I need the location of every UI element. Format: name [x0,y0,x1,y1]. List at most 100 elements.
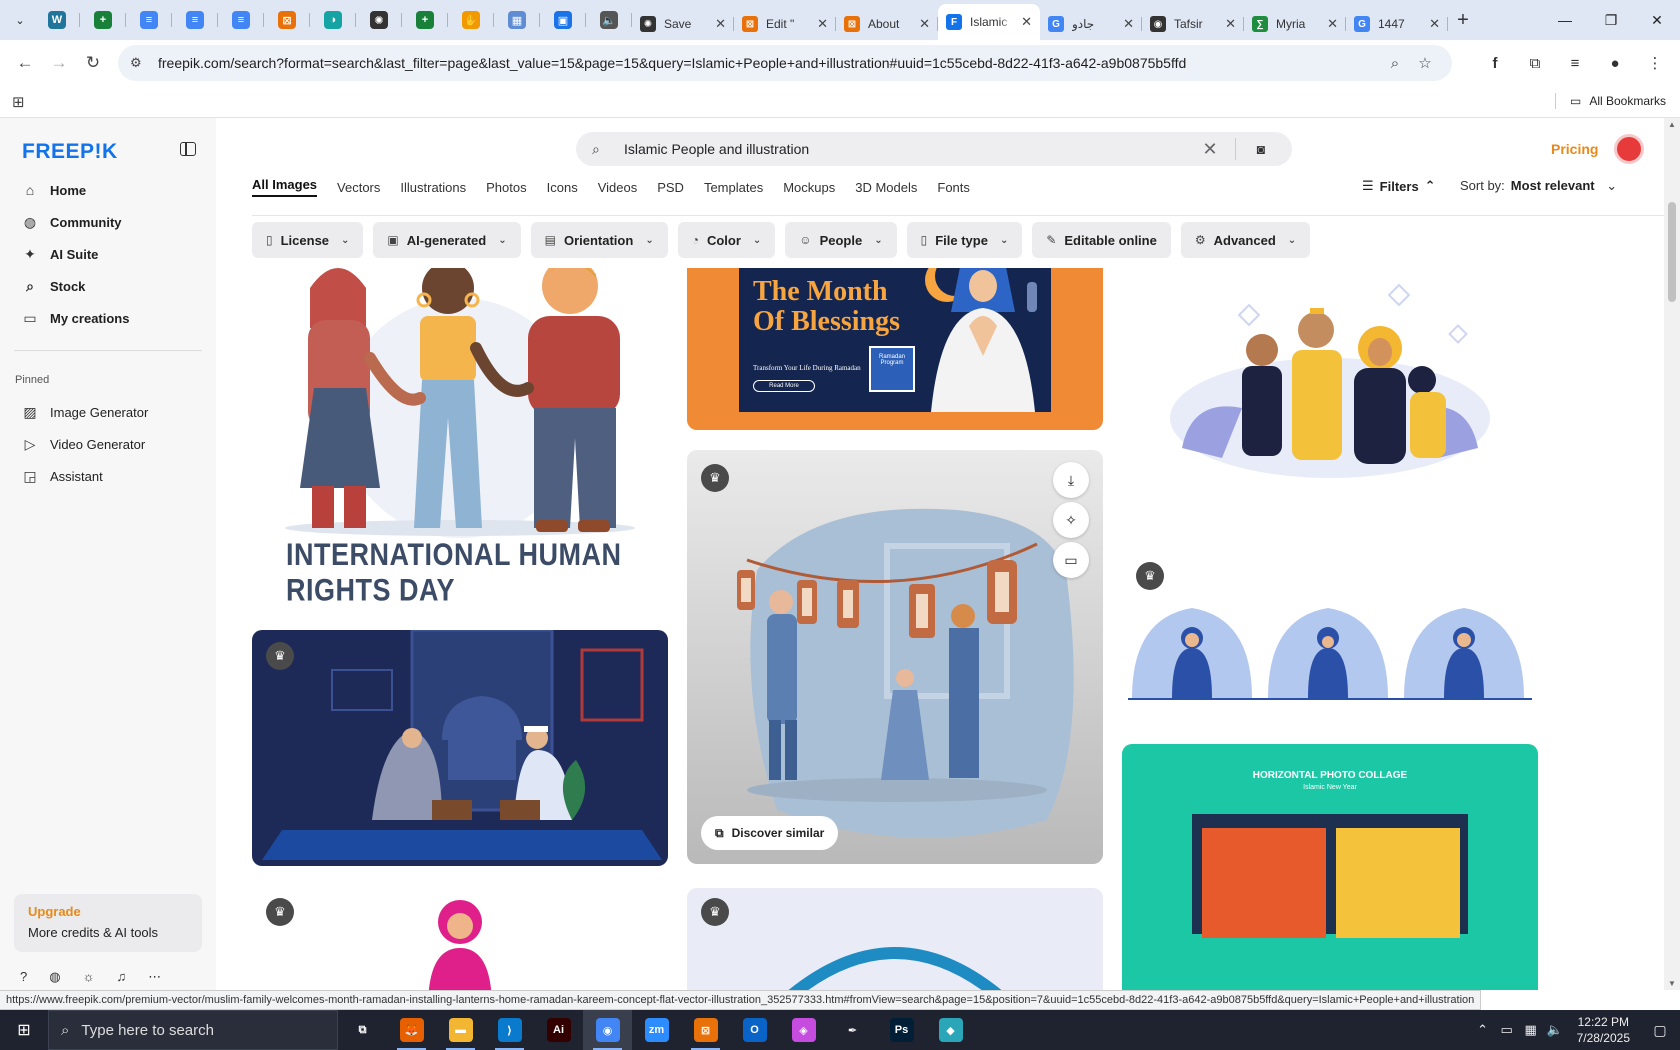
sidebar-item-stock[interactable]: ⌕ Stock [14,270,202,302]
camera-search-icon[interactable]: ◙ [1246,141,1276,157]
pinned-tab[interactable]: ⊠ [264,4,310,36]
browser-tab[interactable]: ✺ Save ✕ [632,8,734,40]
pinned-tab[interactable]: ▦ [494,4,540,36]
photoshop-icon[interactable]: Ps [877,1010,926,1050]
clear-search-icon[interactable]: ✕ [1195,139,1225,160]
more-icon[interactable]: ⋯ [148,969,161,985]
minimize-button[interactable]: — [1542,0,1588,40]
help-icon[interactable]: ? [20,969,27,985]
close-tab-icon[interactable]: ✕ [1327,16,1338,32]
sidebar-item-community[interactable]: ◍ Community [14,206,202,238]
network-icon[interactable]: ▦ [1519,1022,1543,1038]
result-card-bottom-middle[interactable]: ♛ [687,888,1103,990]
result-card-quran-reading[interactable]: ♛ [252,630,668,866]
browser-tab[interactable]: ⊠ Edit " ✕ [734,8,836,40]
filter-chip-license[interactable]: ▯ License ⌄ [252,222,364,258]
apps-grid-icon[interactable]: ⊞ [12,93,25,111]
pinned-tab[interactable]: ≡ [126,4,172,36]
bookmark-star-icon[interactable]: ☆ [1410,54,1440,72]
pinned-tab[interactable]: ▣ [540,4,586,36]
notifications-bell-icon[interactable]: ♫ [117,969,127,985]
firefox-icon[interactable]: 🦊 [387,1010,436,1050]
close-tab-icon[interactable]: ✕ [1123,16,1134,32]
tab-3d-models[interactable]: 3D Models [855,180,917,195]
tab-search-chevron-icon[interactable]: ⌄ [6,6,34,34]
sidebar-item-image-generator[interactable]: ▨ Image Generator [14,396,202,428]
battery-icon[interactable]: ▭ [1495,1022,1519,1038]
filter-chip-orientation[interactable]: ▤ Orientation ⌄ [530,222,668,258]
browser-tab[interactable]: ◉ Tafsir ✕ [1142,8,1244,40]
filter-chip-color[interactable]: ◔ Color ⌄ [677,222,776,258]
tab-videos[interactable]: Videos [598,180,638,195]
sidebar-item-my-creations[interactable]: ▭ My creations [14,302,202,334]
task-view-icon[interactable]: ⧉ [338,1010,387,1050]
browser-tab[interactable]: G جادو ✕ [1040,8,1142,40]
close-tab-icon[interactable]: ✕ [1225,16,1236,32]
pinned-tab[interactable]: + [402,4,448,36]
filters-toggle[interactable]: ☰ Filters ⌃ [1362,178,1436,194]
result-card-praying-figures[interactable]: ♛ [1122,558,1538,718]
close-tab-icon[interactable]: ✕ [1021,14,1032,30]
scrollbar-thumb[interactable] [1668,202,1676,302]
close-tab-icon[interactable]: ✕ [817,16,828,32]
clock[interactable]: 12:22 PM 7/28/2025 [1577,1014,1630,1046]
kinsta-icon[interactable]: ⊠ [681,1010,730,1050]
result-card-bottom-left[interactable]: ♛ [252,888,668,990]
result-card-photo-collage[interactable]: HORIZONTAL PHOTO COLLAGE Islamic New Yea… [1122,744,1538,990]
browser-tab[interactable]: ⊠ About ✕ [836,8,938,40]
tab-illustrations[interactable]: Illustrations [400,180,466,195]
volume-icon[interactable]: 🔈 [1543,1022,1567,1038]
discord-icon[interactable]: ◍ [49,969,60,985]
restore-button[interactable]: ❐ [1588,0,1634,40]
page-scrollbar[interactable]: ▲ ▼ [1664,118,1680,990]
address-bar[interactable]: ⚙ freepik.com/search?format=search&last_… [118,45,1452,81]
back-arrow-icon[interactable]: ← [8,46,42,80]
result-card-muslim-family[interactable] [1122,268,1538,508]
browser-tab[interactable]: G 1447 ✕ [1346,8,1448,40]
pinned-tab[interactable]: W [34,4,80,36]
pen-tool-icon[interactable]: ✒ [828,1010,877,1050]
sidebar-item-assistant[interactable]: ◲ Assistant [14,460,202,492]
url-text[interactable]: freepik.com/search?format=search&last_fi… [158,55,1380,71]
save-to-collection-icon[interactable]: ▭ [1053,542,1089,578]
collapse-sidebar-icon[interactable] [180,142,196,156]
tab-photos[interactable]: Photos [486,180,526,195]
sidebar-item-video-generator[interactable]: ▷ Video Generator [14,428,202,460]
affinity-icon[interactable]: ◈ [779,1010,828,1050]
close-tab-icon[interactable]: ✕ [919,16,930,32]
profile-avatar-icon[interactable]: ● [1598,46,1632,80]
result-card-ramadan-lanterns[interactable]: ♛ ⤓ ✧ ▭ ⧉ Discover similar [687,450,1103,864]
sidebar-item-home[interactable]: ⌂ Home [14,174,202,206]
tab-mockups[interactable]: Mockups [783,180,835,195]
tab-psd[interactable]: PSD [657,180,684,195]
reload-icon[interactable]: ↻ [76,46,110,80]
pinned-tab[interactable]: ◑ [310,4,356,36]
discover-similar-button[interactable]: ⧉ Discover similar [701,816,839,850]
close-tab-icon[interactable]: ✕ [1429,16,1440,32]
zoom-icon[interactable]: ⌕ [1380,55,1410,72]
filter-chip-file-type[interactable]: ▯ File type ⌄ [906,222,1023,258]
filter-chip-people[interactable]: ☺ People ⌄ [785,222,897,258]
scroll-down-icon[interactable]: ▼ [1668,979,1676,988]
site-settings-icon[interactable]: ⚙ [130,55,148,71]
freepik-logo[interactable]: FREEP!K [22,140,118,164]
media-control-icon[interactable]: ≡ [1558,46,1592,80]
pinned-tab[interactable]: ✋ [448,4,494,36]
tray-chevron-icon[interactable]: ⌃ [1471,1022,1495,1038]
forward-arrow-icon[interactable]: → [42,46,76,80]
pinned-tab[interactable]: 🔈 [586,4,632,36]
upgrade-card[interactable]: Upgrade More credits & AI tools [14,894,202,952]
font-extension-icon[interactable]: f [1478,46,1512,80]
all-bookmarks-button[interactable]: ▭ All Bookmarks [1554,93,1666,109]
result-card-human-rights[interactable]: INTERNATIONAL HUMAN RIGHTS DAY [252,268,668,608]
zoom-icon[interactable]: zm [632,1010,681,1050]
illustrator-icon[interactable]: Ai [534,1010,583,1050]
scroll-up-icon[interactable]: ▲ [1668,120,1676,129]
user-avatar[interactable] [1614,134,1644,164]
sort-dropdown[interactable]: Sort by: Most relevant ⌄ [1460,178,1617,194]
filter-chip-ai-generated[interactable]: ▣ AI-generated ⌄ [373,222,521,258]
sidebar-item-ai-suite[interactable]: ✦ AI Suite [14,238,202,270]
browser-tab[interactable]: F Islamic ✕ [938,4,1040,40]
download-icon[interactable]: ⤓ [1053,462,1089,498]
browser-tab[interactable]: ∑ Myria ✕ [1244,8,1346,40]
